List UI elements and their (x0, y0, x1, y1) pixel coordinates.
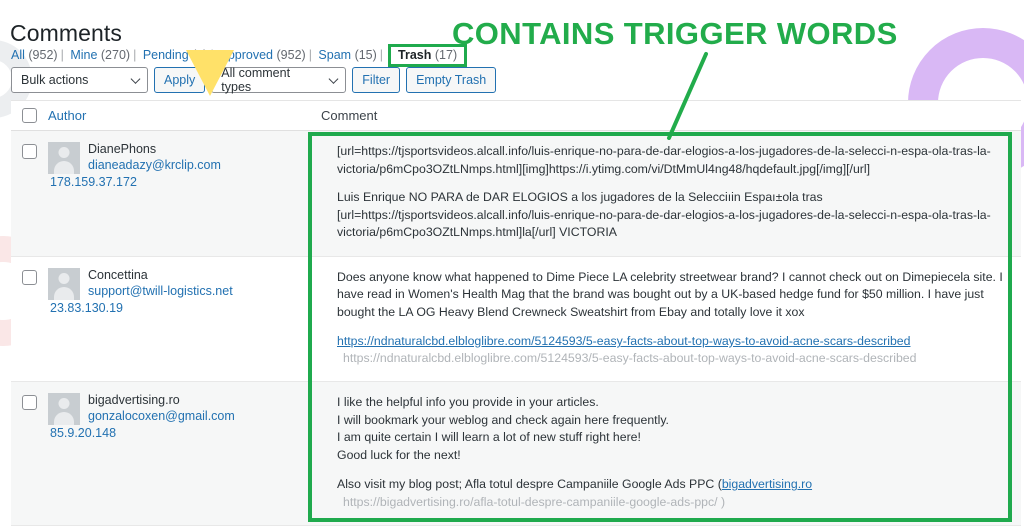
author-email[interactable]: gonzalocoxen@gmail.com (88, 408, 235, 425)
row-author-cell: Concettina support@twill-logistics.net 2… (48, 257, 321, 382)
header-author-link[interactable]: Author (48, 108, 86, 123)
comment-line: I will bookmark your weblog and check ag… (337, 412, 669, 427)
comment-link[interactable]: https://ndnaturalcbd.elbloglibre.com/512… (337, 334, 910, 348)
chevron-down-icon (130, 74, 141, 84)
comments-toolbar: Bulk actions Apply All comment types Fil… (11, 66, 497, 94)
table-row: bigadvertising.ro gonzalocoxen@gmail.com… (11, 382, 1021, 526)
filter-button[interactable]: Filter (352, 67, 401, 93)
filter-link-pending[interactable]: Pending (143, 48, 189, 62)
row-select-cell (11, 131, 48, 256)
filter-sep: | (308, 48, 312, 62)
filter-count-all: (952) (28, 48, 58, 62)
row-select-cell (11, 382, 48, 525)
comment-paragraph: [url=https://tjsportsvideos.alcall.info/… (337, 144, 991, 176)
avatar (48, 393, 80, 425)
header-author: Author (48, 107, 321, 125)
header-comment: Comment (321, 107, 1021, 125)
row-checkbox[interactable] (22, 395, 37, 410)
comment-line: I am quite certain I will learn a lot of… (337, 430, 641, 444)
author-ip[interactable]: 23.83.130.19 (50, 301, 321, 315)
comment-paragraph: Does anyone know what happened to Dime P… (337, 269, 1003, 319)
filter-count-approved: (952) (276, 48, 306, 62)
comments-table: Author Comment DianePhons dianeadazy@krc… (11, 100, 1021, 526)
row-checkbox[interactable] (22, 269, 37, 285)
row-checkbox[interactable] (22, 144, 37, 159)
filter-link-spam[interactable]: Spam (318, 48, 351, 62)
filter-link-trash[interactable]: Trash (398, 48, 431, 62)
select-all-checkbox[interactable] (22, 108, 37, 123)
select-all-cell (11, 108, 48, 123)
row-comment-cell: Does anyone know what happened to Dime P… (321, 257, 1021, 382)
filter-link-all[interactable]: All (11, 48, 25, 62)
comment-lines: I like the helpful info you provide in y… (337, 394, 1007, 464)
table-row: Concettina support@twill-logistics.net 2… (11, 256, 1021, 382)
filter-sep: | (133, 48, 137, 62)
comment-types-value: All comment types (221, 66, 291, 94)
author-ip[interactable]: 178.159.37.172 (50, 175, 321, 189)
filter-count-spam: (15) (354, 48, 377, 62)
row-author-cell: DianePhons dianeadazy@krclip.com 178.159… (48, 131, 321, 256)
author-ip[interactable]: 85.9.20.148 (50, 426, 321, 440)
comment-link-block: https://ndnaturalcbd.elbloglibre.com/512… (337, 332, 1007, 367)
table-row: DianePhons dianeadazy@krclip.com 178.159… (11, 131, 1021, 257)
comment-muted-url: https://bigadvertising.ro/afla-totul-des… (343, 494, 726, 509)
table-header-row: Author Comment (11, 101, 1021, 131)
comment-link[interactable]: bigadvertising.ro (722, 477, 812, 491)
annotation-label: CONTAINS TRIGGER WORDS (452, 16, 898, 51)
author-name: Concettina (88, 267, 148, 282)
row-author-cell: bigadvertising.ro gonzalocoxen@gmail.com… (48, 382, 321, 525)
filter-sep: | (60, 48, 64, 62)
row-comment-cell: I like the helpful info you provide in y… (321, 382, 1021, 525)
header-comment-label: Comment (321, 107, 378, 123)
filter-sep: | (379, 48, 384, 62)
filter-count-mine: (270) (100, 48, 131, 62)
comment-link-block: Also visit my blog post; Afla totul desp… (337, 475, 1007, 511)
comments-screen: Comments CONTAINS TRIGGER WORDS All (952… (0, 0, 1024, 532)
avatar (48, 142, 80, 174)
author-name: bigadvertising.ro (88, 393, 180, 407)
bulk-actions-value: Bulk actions (21, 73, 89, 87)
chevron-down-icon (328, 74, 339, 84)
status-filter-links: All (952) | Mine (270) | Pending (0) | Appr… (11, 44, 468, 67)
comment-line: Good luck for the next! (337, 447, 461, 462)
comment-line: I like the helpful info you provide in y… (337, 395, 599, 409)
row-select-cell (11, 257, 48, 382)
author-name: DianePhons (88, 142, 157, 156)
avatar (48, 267, 80, 300)
bulk-actions-select[interactable]: Bulk actions (11, 67, 148, 93)
comment-post-prefix: Also visit my blog post; Afla totul desp… (337, 477, 722, 491)
yellow-pointer-arrow (186, 50, 234, 96)
row-comment-cell: [url=https://tjsportsvideos.alcall.info/… (321, 131, 1021, 256)
filter-link-mine[interactable]: Mine (70, 48, 97, 62)
comment-paragraph: Luis Enrique NO PARA de DAR ELOGIOS a lo… (337, 190, 991, 239)
author-email[interactable]: support@twill-logistics.net (88, 283, 233, 300)
comment-muted-url: https://ndnaturalcbd.elbloglibre.com/512… (343, 351, 917, 365)
empty-trash-button[interactable]: Empty Trash (406, 67, 497, 93)
author-email[interactable]: dianeadazy@krclip.com (88, 157, 221, 174)
